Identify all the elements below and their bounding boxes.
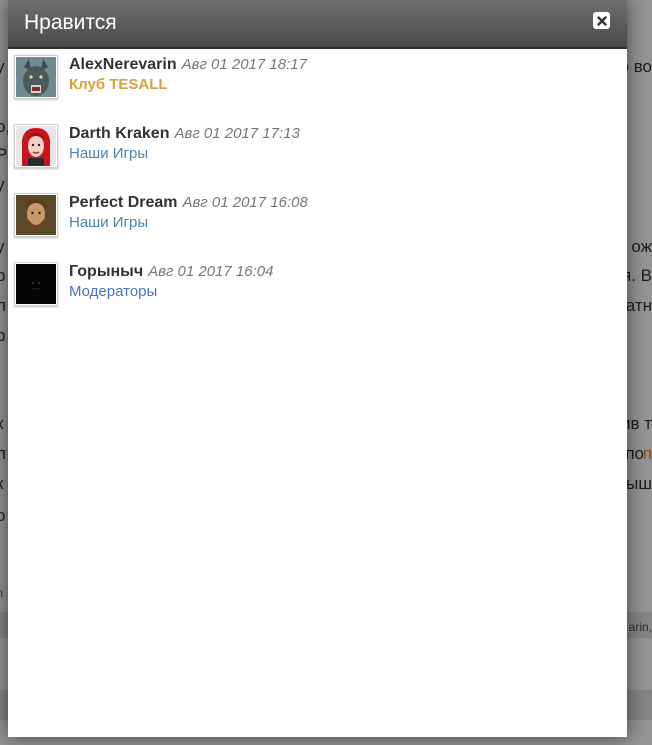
close-button[interactable] — [593, 12, 610, 29]
user-group: Модераторы — [69, 283, 158, 300]
list-item: AlexNerevarin Авг 01 2017 18:17 Клуб TESA… — [14, 55, 627, 124]
dark-avatar-icon — [16, 264, 56, 304]
user-name-link[interactable]: Darth Kraken — [69, 125, 169, 142]
likes-modal: Нравится AlexNerevarin Авг 01 2017 18:17… — [8, 0, 627, 737]
avatar[interactable] — [14, 55, 58, 99]
like-header: AlexNerevarin Авг 01 2017 18:17 — [69, 56, 307, 74]
like-date: Авг 01 2017 17:13 — [174, 125, 300, 142]
likes-list: AlexNerevarin Авг 01 2017 18:17 Клуб TESA… — [14, 55, 627, 331]
user-group: Наши Игры — [69, 214, 149, 231]
user-group: Клуб TESALL — [69, 76, 168, 93]
user-name-link[interactable]: Горыныч — [69, 263, 143, 280]
list-item: Горыныч Авг 01 2017 16:04 Модераторы — [14, 262, 627, 331]
user-name-link[interactable]: Perfect Dream — [69, 194, 178, 211]
modal-title: Нравится — [24, 11, 117, 34]
user-group: Наши Игры — [69, 145, 149, 162]
modal-header: Нравится — [8, 0, 627, 49]
werewolf-avatar-icon — [16, 57, 56, 97]
like-date: Авг 01 2017 16:04 — [148, 263, 274, 280]
close-icon — [596, 15, 607, 26]
like-date: Авг 01 2017 18:17 — [181, 56, 307, 73]
list-item: Darth Kraken Авг 01 2017 17:13 Наши Игры — [14, 124, 627, 193]
red-hair-girl-avatar-icon — [16, 126, 56, 166]
list-item: Perfect Dream Авг 01 2017 16:08 Наши Игры — [14, 193, 627, 262]
avatar[interactable] — [14, 262, 58, 306]
like-date: Авг 01 2017 16:08 — [182, 194, 308, 211]
bearded-man-avatar-icon — [16, 195, 56, 235]
like-header: Горыныч Авг 01 2017 16:04 — [69, 263, 273, 281]
avatar[interactable] — [14, 193, 58, 237]
avatar[interactable] — [14, 124, 58, 168]
user-name-link[interactable]: AlexNerevarin — [69, 56, 177, 73]
like-header: Darth Kraken Авг 01 2017 17:13 — [69, 125, 300, 143]
like-header: Perfect Dream Авг 01 2017 16:08 — [69, 194, 308, 212]
